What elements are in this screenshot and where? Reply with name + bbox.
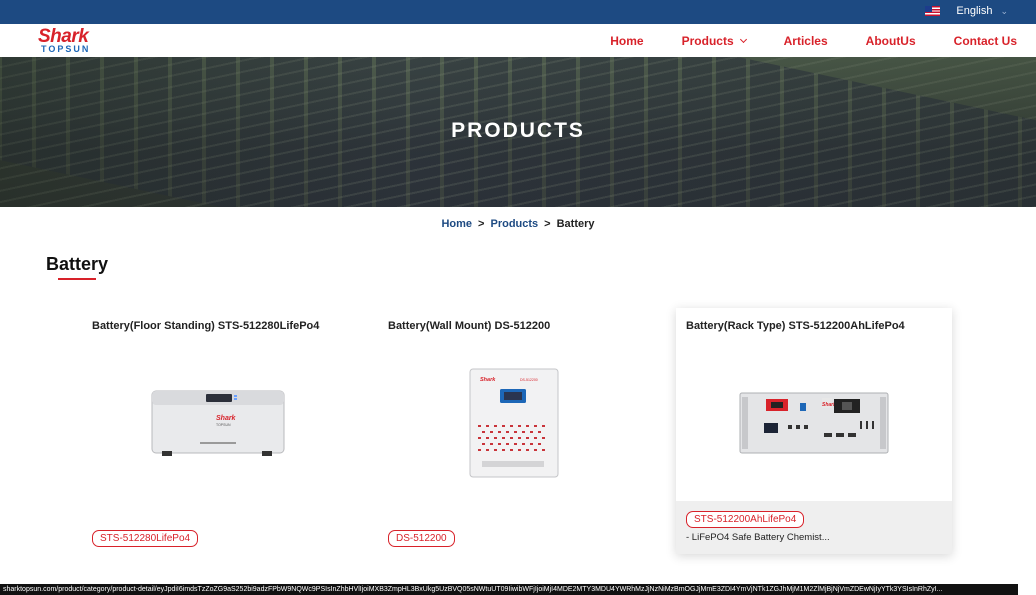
nav-item-label: Contact Us bbox=[953, 33, 1017, 48]
svg-text:TOPSUN: TOPSUN bbox=[216, 423, 231, 427]
breadcrumb-separator: > bbox=[478, 218, 485, 230]
nav-item-articles[interactable]: Articles bbox=[784, 34, 828, 48]
product-tag[interactable]: STS-512280LifePo4 bbox=[92, 530, 199, 547]
product-tag[interactable]: DS-512200 bbox=[388, 530, 455, 547]
chevron-down-icon bbox=[739, 35, 747, 43]
breadcrumb-separator: > bbox=[544, 218, 551, 230]
nav-menu: Home Products Articles AboutUs Contact U… bbox=[610, 24, 1036, 57]
logo-subtitle: TOPSUN bbox=[41, 44, 91, 54]
svg-text:DS-512200: DS-512200 bbox=[520, 378, 538, 382]
product-card-wall-mount[interactable]: Battery(Wall Mount) DS-512200 Shark DS-5… bbox=[376, 308, 652, 554]
link-status-bar: sharktopsun.com/product/category/product… bbox=[0, 584, 1018, 595]
product-title[interactable]: Battery(Floor Standing) STS-512280LifePo… bbox=[92, 320, 319, 332]
nav-item-label: AboutUs bbox=[865, 33, 916, 48]
rack-type-battery-icon: Shark bbox=[739, 392, 889, 454]
svg-text:Shark: Shark bbox=[216, 415, 237, 422]
product-tag[interactable]: STS-512200AhLifePo4 bbox=[686, 511, 805, 528]
chevron-down-icon: ⌄ bbox=[1000, 5, 1008, 16]
language-label: English bbox=[956, 5, 993, 17]
breadcrumb-products[interactable]: Products bbox=[490, 218, 538, 230]
section-title: Battery bbox=[46, 254, 109, 274]
wall-mount-battery-icon: Shark DS-512200 bbox=[469, 368, 559, 478]
breadcrumb-home[interactable]: Home bbox=[441, 218, 472, 230]
nav-item-contact-us[interactable]: Contact Us bbox=[954, 34, 1017, 48]
product-title[interactable]: Battery(Wall Mount) DS-512200 bbox=[388, 320, 550, 332]
product-image-wall-mount[interactable]: Shark DS-512200 bbox=[388, 348, 640, 498]
svg-text:Shark: Shark bbox=[822, 402, 836, 408]
main-navbar: Shark TOPSUN Home Products Articles Abou… bbox=[0, 24, 1036, 57]
product-image-rack-type[interactable]: Shark bbox=[688, 348, 940, 498]
svg-text:Shark: Shark bbox=[480, 377, 496, 383]
hero-banner: PRODUCTS bbox=[0, 57, 1036, 207]
nav-item-label: Home bbox=[610, 33, 644, 48]
product-card-rack-type[interactable]: Battery(Rack Type) STS-512200AhLifePo4 S… bbox=[676, 308, 952, 554]
product-card-floor-standing[interactable]: Battery(Floor Standing) STS-512280LifePo… bbox=[80, 308, 356, 554]
breadcrumb-current: Battery bbox=[556, 218, 595, 230]
nav-item-label: Products bbox=[681, 33, 734, 48]
floor-standing-battery-icon: Shark TOPSUN bbox=[151, 390, 285, 456]
nav-item-label: Articles bbox=[783, 33, 828, 48]
breadcrumb: Home > Products > Battery bbox=[0, 218, 1036, 230]
nav-item-products[interactable]: Products bbox=[681, 33, 747, 48]
section-underline bbox=[58, 278, 96, 280]
us-flag-icon bbox=[925, 6, 941, 16]
nav-item-aboutus[interactable]: AboutUs bbox=[866, 34, 916, 48]
nav-item-home[interactable]: Home bbox=[610, 34, 643, 48]
hero-title: PRODUCTS bbox=[451, 119, 585, 142]
product-title[interactable]: Battery(Rack Type) STS-512200AhLifePo4 bbox=[686, 320, 905, 332]
product-image-floor-standing[interactable]: Shark TOPSUN bbox=[92, 348, 344, 498]
top-bar: English ⌄ bbox=[0, 0, 1036, 24]
product-description: - LiFePO4 Safe Battery Chemist... bbox=[686, 532, 830, 543]
shark-topsun-logo[interactable]: Shark TOPSUN bbox=[38, 26, 98, 54]
language-selector[interactable]: English ⌄ bbox=[925, 5, 1008, 17]
